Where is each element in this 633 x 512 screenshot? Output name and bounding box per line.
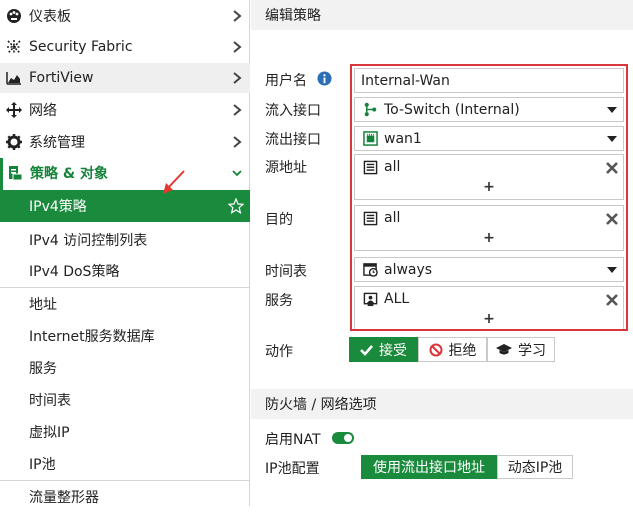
sidebar-item-ipv4-acl[interactable]: IPv4 访问控制列表 [0, 225, 250, 255]
action-label: 动作 [265, 344, 293, 360]
sidebar-item-label: 策略 & 对象 [30, 166, 108, 182]
main-panel: 编辑策略 用户名 Internal-Wan 流入接口 To-Switch (In… [251, 0, 633, 506]
sidebar-item-dashboard[interactable]: 仪表板 [0, 1, 250, 31]
source-address-label: 源地址 [265, 160, 307, 176]
ippool-label: IP池配置 [265, 461, 320, 477]
security-fabric-icon [7, 40, 21, 54]
sidebar-item-virtual-ip[interactable]: 虚拟IP [0, 417, 250, 447]
dashboard-icon [7, 9, 21, 23]
chevron-right-icon [233, 72, 242, 84]
highlight-frame [350, 64, 628, 331]
policy-icon [9, 166, 23, 181]
sidebar-item-label: IPv4策略 [29, 199, 87, 215]
sidebar-item-ip-pools[interactable]: IP池 [0, 449, 250, 479]
sidebar-item-label: 虚拟IP [29, 425, 70, 441]
firewall-section-header: 防火墙 / 网络选项 [251, 389, 633, 419]
dynamic-ip-pool-button[interactable]: 动态IP池 [497, 455, 573, 479]
accept-button[interactable]: 接受 [349, 337, 418, 362]
deny-button[interactable]: 拒绝 [418, 337, 487, 362]
sidebar-item-security-fabric[interactable]: Security Fabric [0, 32, 250, 62]
use-outgoing-interface-button[interactable]: 使用流出接口地址 [361, 455, 497, 479]
sidebar-item-label: 系统管理 [29, 135, 85, 151]
sidebar-item-label: 流量整形器 [29, 490, 99, 506]
schedule-label: 时间表 [265, 264, 307, 280]
incoming-interface-label: 流入接口 [265, 103, 321, 119]
learn-button[interactable]: 学习 [487, 337, 555, 362]
dynamic-ip-pool-label: 动态IP池 [507, 460, 563, 476]
username-label: 用户名 [265, 73, 307, 89]
sidebar-divider [0, 480, 250, 481]
sidebar-item-services[interactable]: 服务 [0, 353, 250, 383]
sidebar-item-internet-service-db[interactable]: Internet服务数据库 [0, 321, 250, 351]
sidebar-item-label: 仪表板 [29, 9, 71, 25]
outgoing-interface-label: 流出接口 [265, 132, 321, 148]
sidebar-item-schedules[interactable]: 时间表 [0, 385, 250, 415]
sidebar-item-label: Security Fabric [29, 39, 133, 55]
chevron-right-icon [233, 10, 242, 22]
sidebar-item-label: 服务 [29, 361, 57, 377]
network-arrows-icon [6, 102, 22, 118]
annotation-arrow [163, 170, 185, 194]
sidebar-item-label: 网络 [29, 103, 57, 119]
sidebar-item-policy-objects[interactable]: 策略 & 对象 [0, 158, 250, 188]
check-icon [360, 344, 373, 356]
chevron-right-icon [233, 104, 242, 116]
sidebar-item-label: Internet服务数据库 [29, 329, 155, 345]
use-outgoing-interface-label: 使用流出接口地址 [373, 460, 485, 476]
chevron-right-icon [233, 136, 242, 148]
info-icon[interactable] [317, 71, 332, 86]
area-chart-icon [6, 72, 21, 85]
nat-toggle[interactable] [332, 432, 354, 444]
star-icon[interactable] [228, 198, 244, 214]
nat-label: 启用NAT [265, 432, 321, 448]
deny-label: 拒绝 [448, 342, 477, 359]
gear-icon [6, 134, 22, 150]
learn-label: 学习 [518, 342, 546, 359]
sidebar: 仪表板 Security Fabric FortiView 网络 系统管理 策略… [0, 0, 250, 506]
sidebar-item-label: 时间表 [29, 393, 71, 409]
sidebar-item-traffic-shapers[interactable]: 流量整形器 [0, 482, 250, 512]
sidebar-item-addresses[interactable]: 地址 [0, 289, 250, 319]
sidebar-item-label: FortiView [29, 70, 94, 86]
chevron-down-icon [232, 170, 242, 177]
sidebar-item-label: IPv4 DoS策略 [29, 264, 120, 280]
sidebar-item-label: 地址 [29, 297, 57, 313]
sidebar-divider [0, 287, 250, 288]
sidebar-item-network[interactable]: 网络 [0, 95, 250, 125]
sidebar-item-label: IP池 [29, 457, 56, 473]
graduation-cap-icon [496, 344, 512, 355]
sidebar-item-ipv4-dos[interactable]: IPv4 DoS策略 [0, 256, 250, 286]
chevron-right-icon [233, 41, 242, 53]
accept-label: 接受 [379, 342, 407, 359]
sidebar-item-label: IPv4 访问控制列表 [29, 233, 148, 249]
sidebar-item-fortiview[interactable]: FortiView [0, 63, 250, 93]
destination-label: 目的 [265, 212, 293, 228]
service-label: 服务 [265, 293, 293, 309]
sidebar-item-system[interactable]: 系统管理 [0, 127, 250, 157]
deny-icon [429, 343, 442, 356]
sidebar-item-ipv4-policy[interactable]: IPv4策略 [0, 190, 250, 222]
page-title: 编辑策略 [251, 0, 633, 30]
